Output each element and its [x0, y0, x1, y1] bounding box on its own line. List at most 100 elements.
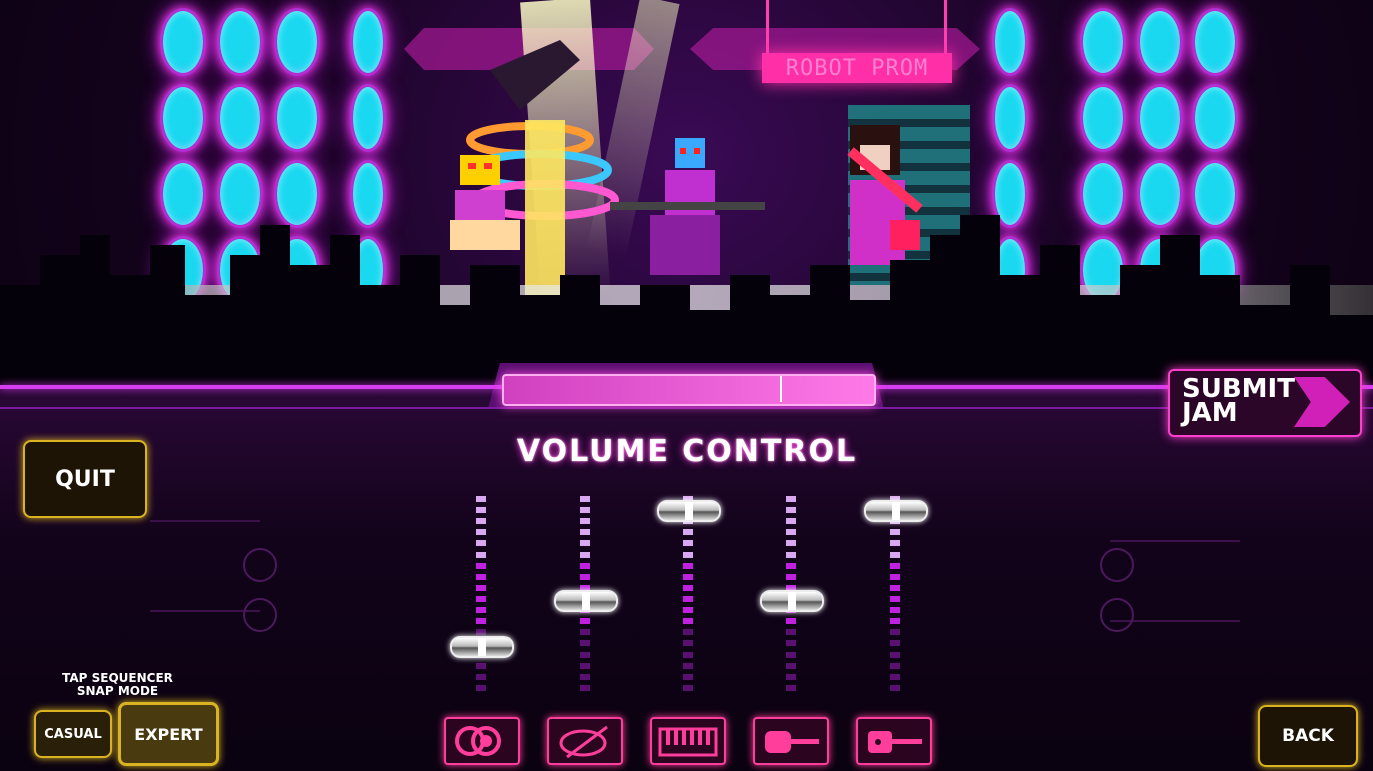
slider-tick [476, 662, 486, 669]
slider-tick [683, 629, 693, 636]
slider-tick [890, 584, 900, 591]
slider-knob-drums[interactable] [450, 636, 514, 659]
slider-tick [476, 596, 486, 602]
lead-guitar-icon [868, 731, 922, 753]
slider-tick [890, 551, 900, 558]
slider-tick [683, 573, 693, 580]
slider-tick [476, 540, 486, 547]
drum-button[interactable] [444, 717, 520, 765]
slider-tick [580, 573, 590, 580]
slider-tick [786, 540, 796, 547]
slider-knob-bass[interactable] [554, 589, 618, 612]
slider-tick [683, 540, 693, 547]
slider-tick [476, 507, 486, 514]
slider-tick [890, 629, 900, 636]
turntable-icon [559, 725, 608, 759]
submit-jam-button[interactable]: SUBMIT JAM [1168, 369, 1362, 437]
volume-slider-bass[interactable] [554, 496, 618, 696]
circuit-line [150, 520, 260, 522]
snap-mode-label-line2: SNAP MODE [76, 684, 159, 698]
volume-slider-drums[interactable] [450, 496, 514, 696]
casual-label: CASUAL [44, 726, 102, 742]
back-button[interactable]: BACK [1258, 705, 1358, 767]
slider-tick [890, 540, 900, 547]
slider-tick [683, 651, 693, 658]
expert-label: EXPERT [134, 724, 203, 744]
slider-tick [683, 551, 693, 558]
slider-knob-lead[interactable] [864, 499, 928, 522]
song-progress-bar [502, 374, 876, 406]
slider-tick [786, 618, 796, 625]
slider-tick [476, 629, 486, 636]
slider-tick [890, 562, 900, 569]
guitar-icon [765, 731, 819, 753]
slider-tick [683, 662, 693, 669]
slider-tick [786, 529, 796, 536]
slider-tick [683, 684, 693, 691]
keyboard-icon [658, 727, 718, 757]
slider-tick [683, 562, 693, 569]
volume-slider-guitar[interactable] [760, 496, 824, 696]
slider-tick [476, 529, 486, 536]
submit-label-line2: JAM [1182, 398, 1238, 428]
circuit-line [1110, 540, 1240, 542]
volume-slider-lead[interactable] [864, 496, 928, 696]
slider-tick [580, 684, 590, 691]
circuit-node [1100, 548, 1134, 582]
slider-tick [683, 618, 693, 625]
slider-tick [890, 529, 900, 536]
casual-mode-button[interactable]: CASUAL [34, 710, 112, 758]
slider-tick [476, 584, 486, 591]
slider-tick [476, 607, 486, 614]
slider-tick [476, 551, 486, 558]
quit-label: QUIT [55, 466, 115, 492]
slider-tick [890, 684, 900, 691]
slider-tick [786, 562, 796, 569]
slider-tick [580, 518, 590, 525]
slider-tick [476, 518, 486, 525]
slider-knob-keys[interactable] [657, 499, 721, 522]
slider-tick [476, 573, 486, 580]
turntable-button[interactable] [547, 717, 623, 765]
slider-tick [786, 496, 796, 502]
slider-tick [580, 651, 590, 658]
slider-knob-guitar[interactable] [760, 589, 824, 612]
slider-tick [890, 673, 900, 680]
slider-tick [580, 529, 590, 536]
slider-tick [786, 507, 796, 514]
back-label: BACK [1282, 726, 1334, 746]
lead-guitar-button[interactable] [856, 717, 932, 765]
slider-tick [890, 573, 900, 580]
slider-tick [683, 640, 693, 647]
robot-prom-sign: ROBOT PROM [762, 53, 952, 83]
slider-tick [890, 651, 900, 658]
slider-tick [683, 584, 693, 591]
expert-mode-button[interactable]: EXPERT [118, 702, 219, 766]
slider-tick [786, 551, 796, 558]
slider-tick [476, 673, 486, 680]
volume-slider-keys[interactable] [657, 496, 721, 696]
slider-tick [476, 496, 486, 502]
slider-tick [683, 673, 693, 680]
slider-tick [890, 607, 900, 614]
keyboard-button[interactable] [650, 717, 726, 765]
game-screen: ROBOT PROM VOLUME CONTROL QUIT TAP SEQUE… [0, 0, 1373, 771]
slider-tick [580, 551, 590, 558]
volume-control-title: VOLUME CONTROL [516, 434, 858, 469]
slider-tick [580, 629, 590, 636]
slider-tick [580, 640, 590, 647]
song-progress-marker [779, 376, 782, 402]
slider-tick [476, 684, 486, 691]
slider-tick [476, 618, 486, 625]
sign-wire-left [766, 0, 769, 54]
slider-tick [786, 640, 796, 647]
slider-tick [580, 562, 590, 569]
slider-tick [580, 496, 590, 502]
sign-wire-right [944, 0, 947, 54]
slider-tick [580, 673, 590, 680]
slider-tick [786, 651, 796, 658]
circuit-node [243, 548, 277, 582]
guitar-button[interactable] [753, 717, 829, 765]
slider-tick [786, 518, 796, 525]
quit-button[interactable]: QUIT [23, 440, 147, 518]
